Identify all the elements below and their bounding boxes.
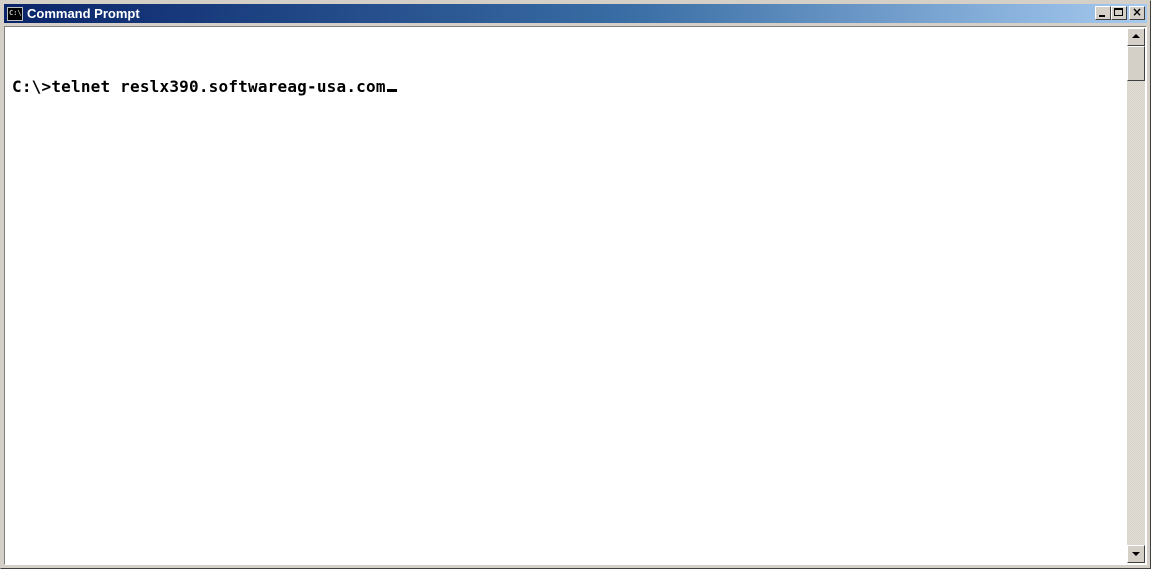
scrollbar-thumb[interactable] xyxy=(1127,46,1145,81)
vertical-scrollbar[interactable] xyxy=(1127,28,1145,563)
close-icon: × xyxy=(1131,5,1143,19)
console-command: telnet reslx390.softwareag-usa.com xyxy=(51,77,386,96)
caption-buttons: × xyxy=(1095,5,1145,20)
minimize-button[interactable] xyxy=(1095,6,1111,20)
maximize-button[interactable] xyxy=(1111,6,1127,20)
close-button[interactable]: × xyxy=(1129,5,1145,20)
minimize-icon xyxy=(1099,15,1105,17)
text-cursor xyxy=(386,89,397,92)
console-client-area: C:\>telnet reslx390.softwareag-usa.com xyxy=(4,26,1147,565)
console-output[interactable]: C:\>telnet reslx390.softwareag-usa.com xyxy=(6,28,1123,563)
title-bar[interactable]: C:\ Command Prompt × xyxy=(4,4,1147,23)
command-prompt-window: C:\ Command Prompt × C:\>telnet reslx390… xyxy=(0,0,1151,569)
cmd-console-icon[interactable]: C:\ xyxy=(7,6,23,21)
window-title: Command Prompt xyxy=(27,6,140,21)
scroll-down-button[interactable] xyxy=(1127,545,1145,563)
maximize-icon xyxy=(1114,8,1123,16)
scroll-up-arrow-icon xyxy=(1132,34,1140,38)
scroll-up-button[interactable] xyxy=(1127,28,1145,46)
scroll-down-arrow-icon xyxy=(1132,552,1140,556)
console-line: C:\>telnet reslx390.softwareag-usa.com xyxy=(12,77,397,96)
console-prompt: C:\> xyxy=(12,77,52,96)
